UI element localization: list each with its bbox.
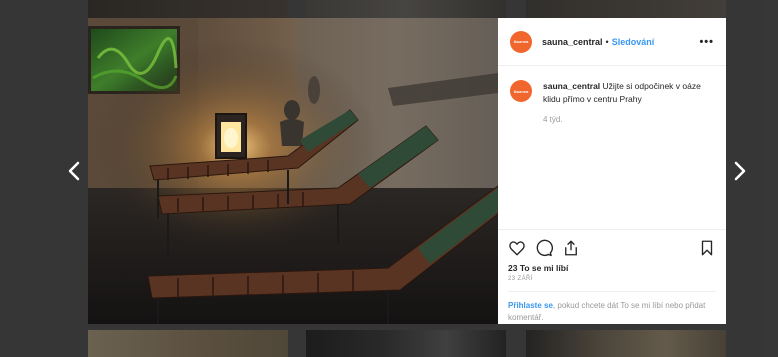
bookmark-icon <box>701 240 713 256</box>
login-link[interactable]: Přihlaste se <box>508 301 553 310</box>
post-actions: 23 To se mi líbí 23 ZÁŘÍ Přihlaste se, p… <box>498 229 726 324</box>
chevron-left-icon <box>68 161 80 181</box>
post-header: Saunea sauna_central • Sledování ••• <box>498 18 726 66</box>
caption-section: Saunea sauna_central Užijte si odpočinek… <box>498 66 726 229</box>
caption-username-link[interactable]: sauna_central <box>543 81 600 91</box>
instagram-post-viewer: Saunea sauna_central • Sledování ••• Sau… <box>0 0 778 357</box>
next-post-button[interactable] <box>732 160 748 182</box>
action-icons <box>508 238 716 258</box>
avatar-logo-text: Saunea <box>513 39 529 44</box>
post-sidebar: Saunea sauna_central • Sledování ••• Sau… <box>498 18 726 324</box>
share-button[interactable] <box>562 239 580 257</box>
login-prompt: Přihlaste se, pokud chcete dát To se mi … <box>508 291 716 324</box>
more-options-icon[interactable]: ••• <box>699 36 714 48</box>
comment-icon <box>536 239 553 257</box>
username-link[interactable]: sauna_central <box>542 37 603 47</box>
caption: sauna_central Užijte si odpočinek v oáze… <box>543 80 714 229</box>
like-button[interactable] <box>508 239 526 257</box>
chevron-right-icon <box>734 161 746 181</box>
heart-icon <box>509 241 525 256</box>
post-date: 23 ZÁŘÍ <box>508 276 533 282</box>
post-photo <box>88 18 498 324</box>
avatar[interactable]: Saunea <box>510 30 532 53</box>
like-count[interactable]: 23 To se mi líbí <box>508 263 716 273</box>
caption-timestamp[interactable]: 4 týd. <box>543 114 714 127</box>
avatar[interactable]: Saunea <box>510 80 532 102</box>
follow-button[interactable]: Sledování <box>612 37 655 47</box>
share-icon <box>565 240 577 256</box>
comment-button[interactable] <box>535 239 553 257</box>
post-modal: Saunea sauna_central • Sledování ••• Sau… <box>88 18 726 324</box>
sauna-loungers-photo <box>88 18 498 324</box>
previous-post-button[interactable] <box>66 160 82 182</box>
save-button[interactable] <box>698 239 716 257</box>
avatar-logo-text: Saunea <box>513 88 529 94</box>
separator-dot: • <box>605 36 609 47</box>
